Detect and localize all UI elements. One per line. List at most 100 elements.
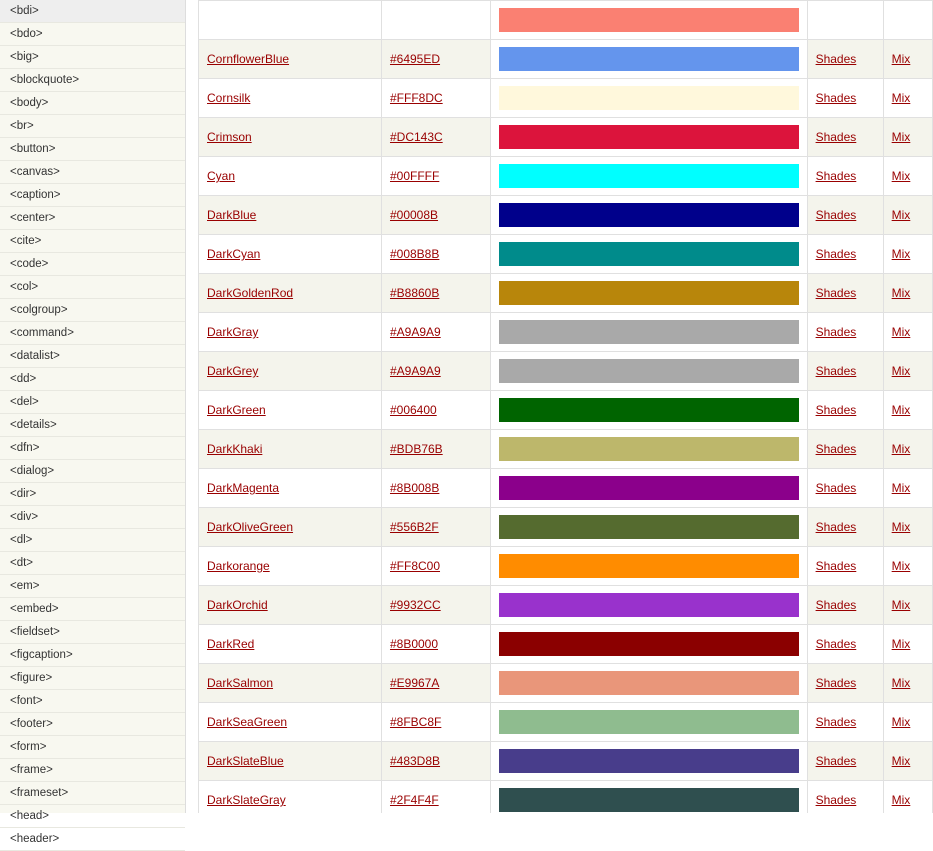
shades-link[interactable]: Shades [816,754,857,768]
color-hex-link[interactable]: #00FFFF [390,169,439,183]
color-name-link[interactable]: DarkCyan [207,247,260,261]
shades-link[interactable]: Shades [816,559,857,573]
sidebar-item[interactable]: <canvas> [0,161,185,184]
sidebar-item[interactable]: <dfn> [0,437,185,460]
mix-link[interactable]: Mix [892,91,911,105]
color-hex-link[interactable]: #556B2F [390,520,439,534]
sidebar-item[interactable]: <details> [0,414,185,437]
color-hex-link[interactable]: #B8860B [390,286,439,300]
sidebar-item[interactable]: <figure> [0,667,185,690]
shades-link[interactable]: Shades [816,286,857,300]
sidebar-item[interactable]: <form> [0,736,185,759]
mix-link[interactable]: Mix [892,286,911,300]
sidebar-item[interactable]: <cite> [0,230,185,253]
shades-link[interactable]: Shades [816,481,857,495]
sidebar-item[interactable]: <header> [0,828,185,851]
color-name-link[interactable]: DarkBlue [207,208,256,222]
mix-link[interactable]: Mix [892,364,911,378]
shades-link[interactable]: Shades [816,52,857,66]
color-hex-link[interactable]: #8FBC8F [390,715,441,729]
sidebar-item[interactable]: <big> [0,46,185,69]
color-name-link[interactable]: DarkMagenta [207,481,279,495]
color-name-link[interactable]: Cyan [207,169,235,183]
sidebar-item[interactable]: <dir> [0,483,185,506]
color-hex-link[interactable]: #00008B [390,208,438,222]
shades-link[interactable]: Shades [816,169,857,183]
color-hex-link[interactable]: #A9A9A9 [390,325,441,339]
sidebar-item[interactable]: <body> [0,92,185,115]
color-hex-link[interactable]: #E9967A [390,676,439,690]
mix-link[interactable]: Mix [892,208,911,222]
mix-link[interactable]: Mix [892,169,911,183]
sidebar-item[interactable]: <blockquote> [0,69,185,92]
color-name-link[interactable]: DarkSeaGreen [207,715,287,729]
color-name-link[interactable]: DarkGoldenRod [207,286,293,300]
mix-link[interactable]: Mix [892,793,911,807]
color-name-link[interactable]: DarkGray [207,325,258,339]
sidebar-item[interactable]: <frame> [0,759,185,782]
sidebar-item[interactable]: <center> [0,207,185,230]
mix-link[interactable]: Mix [892,637,911,651]
mix-link[interactable]: Mix [892,403,911,417]
sidebar-item[interactable]: <bdo> [0,23,185,46]
color-hex-link[interactable]: #A9A9A9 [390,364,441,378]
sidebar-item[interactable]: <figcaption> [0,644,185,667]
color-name-link[interactable]: DarkOrchid [207,598,268,612]
sidebar-item[interactable]: <button> [0,138,185,161]
sidebar-item[interactable]: <colgroup> [0,299,185,322]
sidebar-item[interactable]: <footer> [0,713,185,736]
color-hex-link[interactable]: #9932CC [390,598,441,612]
shades-link[interactable]: Shades [816,442,857,456]
color-name-link[interactable]: Cornsilk [207,91,250,105]
color-name-link[interactable]: Crimson [207,130,252,144]
shades-link[interactable]: Shades [816,637,857,651]
shades-link[interactable]: Shades [816,364,857,378]
sidebar-item[interactable]: <dt> [0,552,185,575]
shades-link[interactable]: Shades [816,91,857,105]
shades-link[interactable]: Shades [816,715,857,729]
sidebar-item[interactable]: <head> [0,805,185,828]
shades-link[interactable]: Shades [816,208,857,222]
color-hex-link[interactable]: #DC143C [390,130,443,144]
mix-link[interactable]: Mix [892,715,911,729]
sidebar-item[interactable]: <code> [0,253,185,276]
mix-link[interactable]: Mix [892,247,911,261]
shades-link[interactable]: Shades [816,520,857,534]
mix-link[interactable]: Mix [892,130,911,144]
color-name-link[interactable]: DarkGrey [207,364,258,378]
color-name-link[interactable]: Darkorange [207,559,270,573]
mix-link[interactable]: Mix [892,52,911,66]
sidebar-item[interactable]: <frameset> [0,782,185,805]
color-hex-link[interactable]: #008B8B [390,247,439,261]
shades-link[interactable]: Shades [816,403,857,417]
color-hex-link[interactable]: #006400 [390,403,437,417]
color-name-link[interactable]: DarkSalmon [207,676,273,690]
sidebar-item[interactable]: <dd> [0,368,185,391]
sidebar-item[interactable]: <command> [0,322,185,345]
shades-link[interactable]: Shades [816,130,857,144]
color-hex-link[interactable]: #8B008B [390,481,439,495]
color-name-link[interactable]: DarkOliveGreen [207,520,293,534]
mix-link[interactable]: Mix [892,676,911,690]
color-name-link[interactable]: DarkSlateBlue [207,754,284,768]
mix-link[interactable]: Mix [892,520,911,534]
mix-link[interactable]: Mix [892,598,911,612]
sidebar-item[interactable]: <embed> [0,598,185,621]
mix-link[interactable]: Mix [892,325,911,339]
sidebar-item[interactable]: <caption> [0,184,185,207]
sidebar-item[interactable]: <col> [0,276,185,299]
color-hex-link[interactable]: #FFF8DC [390,91,443,105]
color-hex-link[interactable]: #483D8B [390,754,440,768]
sidebar-item[interactable]: <font> [0,690,185,713]
mix-link[interactable]: Mix [892,442,911,456]
sidebar-item[interactable]: <em> [0,575,185,598]
color-hex-link[interactable]: #FF8C00 [390,559,440,573]
sidebar-item[interactable]: <div> [0,506,185,529]
color-name-link[interactable]: DarkRed [207,637,254,651]
sidebar-item[interactable]: <del> [0,391,185,414]
mix-link[interactable]: Mix [892,754,911,768]
color-hex-link[interactable]: #2F4F4F [390,793,439,807]
shades-link[interactable]: Shades [816,793,857,807]
color-name-link[interactable]: DarkKhaki [207,442,262,456]
color-name-link[interactable]: DarkGreen [207,403,266,417]
